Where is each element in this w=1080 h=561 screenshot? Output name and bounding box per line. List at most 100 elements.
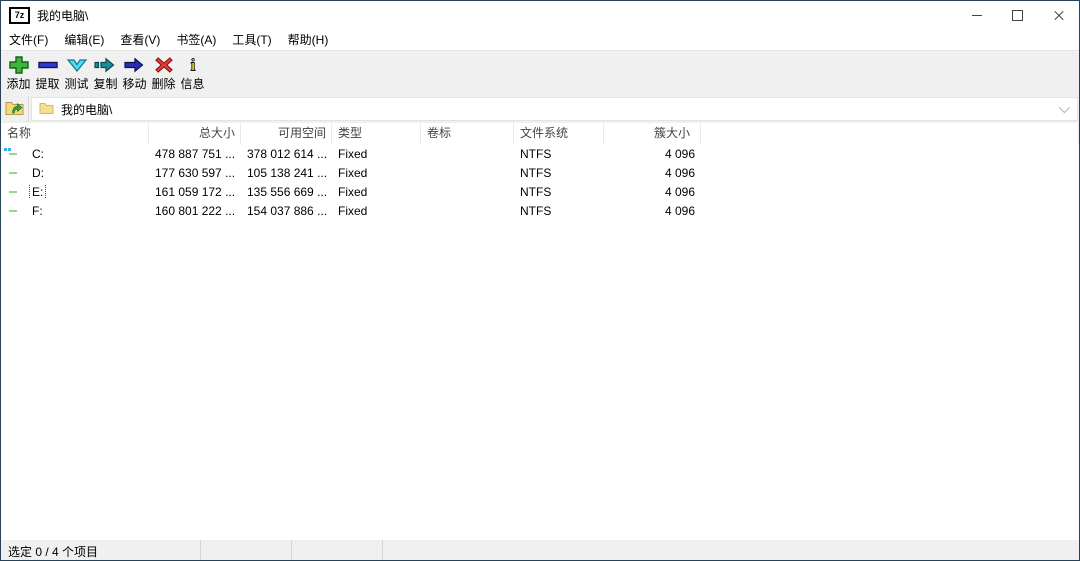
address-combobox[interactable]: 我的电脑\ xyxy=(31,97,1078,121)
free-space-cell: 154 037 886 ... xyxy=(241,204,332,218)
info-i-icon: i xyxy=(187,56,199,74)
move-arrow-icon xyxy=(123,56,146,74)
svg-text:i: i xyxy=(190,56,195,74)
folder-icon xyxy=(39,101,54,117)
free-space-cell: 378 012 614 ... xyxy=(241,147,332,161)
menu-item-file[interactable]: 文件(F) xyxy=(1,29,56,50)
column-header-file-system[interactable]: 文件系统 xyxy=(514,123,604,144)
name-cell: F: xyxy=(1,204,149,218)
status-bar: 选定 0 / 4 个项目 xyxy=(1,539,1079,560)
menu-item-view[interactable]: 查看(V) xyxy=(112,29,168,50)
copy-arrow-icon xyxy=(94,56,117,74)
file-list: C: 478 887 751 ... 378 012 614 ... Fixed… xyxy=(1,144,1079,539)
toolbar-button-delete[interactable]: 删除 xyxy=(149,56,178,92)
chevron-down-icon[interactable] xyxy=(1059,102,1070,113)
name-cell: C: xyxy=(1,147,149,161)
toolbar-button-copy[interactable]: 复制 xyxy=(91,56,120,92)
toolbar-button-add[interactable]: 添加 xyxy=(4,56,33,92)
toolbar-button-extract[interactable]: 提取 xyxy=(33,56,62,92)
status-panel-2 xyxy=(201,540,292,560)
drive-icon xyxy=(7,187,23,197)
total-size-cell: 161 059 172 ... xyxy=(149,185,241,199)
column-header-name[interactable]: 名称 xyxy=(1,123,149,144)
cluster-size-cell: 4 096 xyxy=(604,204,701,218)
cluster-size-cell: 4 096 xyxy=(604,166,701,180)
table-row-drive-c[interactable]: C: 478 887 751 ... 378 012 614 ... Fixed… xyxy=(1,144,1079,163)
status-panel-3 xyxy=(292,540,383,560)
extract-minus-icon xyxy=(37,56,59,74)
maximize-button[interactable] xyxy=(997,1,1038,29)
cluster-size-cell: 4 096 xyxy=(604,185,701,199)
system-drive-icon xyxy=(7,149,23,159)
drive-icon xyxy=(7,168,23,178)
total-size-cell: 177 630 597 ... xyxy=(149,166,241,180)
total-size-cell: 478 887 751 ... xyxy=(149,147,241,161)
add-plus-icon xyxy=(8,56,30,74)
status-panel-4 xyxy=(383,540,1079,560)
toolbar-button-label: 测试 xyxy=(64,75,88,92)
column-header-cluster-size[interactable]: 簇大小 xyxy=(604,123,701,144)
free-space-cell: 135 556 669 ... xyxy=(241,185,332,199)
toolbar-button-label: 删除 xyxy=(151,75,175,92)
type-cell: Fixed xyxy=(332,147,421,161)
toolbar-button-label: 信息 xyxy=(180,75,204,92)
table-row-drive-d[interactable]: D: 177 630 597 ... 105 138 241 ... Fixed… xyxy=(1,163,1079,182)
table-row-drive-f[interactable]: F: 160 801 222 ... 154 037 886 ... Fixed… xyxy=(1,201,1079,220)
drive-icon xyxy=(7,206,23,216)
toolbar-button-info[interactable]: i 信息 xyxy=(178,56,207,92)
column-header-total-size[interactable]: 总大小 xyxy=(149,123,241,144)
minimize-button[interactable] xyxy=(956,1,997,29)
toolbar: 添加 提取 测试 复制 移动 xyxy=(1,50,1079,95)
file-system-cell: NTFS xyxy=(514,147,604,161)
name-cell: E: xyxy=(1,185,149,199)
column-header-filler xyxy=(701,123,1079,144)
toolbar-button-label: 复制 xyxy=(93,75,117,92)
menu-bar: 文件(F) 编辑(E) 查看(V) 书签(A) 工具(T) 帮助(H) xyxy=(1,29,1079,50)
type-cell: Fixed xyxy=(332,166,421,180)
title-bar: 7z 我的电脑\ xyxy=(1,1,1079,29)
close-button[interactable] xyxy=(1038,1,1079,29)
drive-name-focused: E: xyxy=(30,185,45,199)
type-cell: Fixed xyxy=(332,185,421,199)
close-icon xyxy=(1053,9,1065,21)
selection-status: 选定 0 / 4 个项目 xyxy=(8,545,98,559)
status-panel-selection: 选定 0 / 4 个项目 xyxy=(1,540,201,560)
type-cell: Fixed xyxy=(332,204,421,218)
address-separator xyxy=(28,96,29,122)
file-system-cell: NTFS xyxy=(514,204,604,218)
menu-item-bookmarks[interactable]: 书签(A) xyxy=(168,29,224,50)
column-header-volume-label[interactable]: 卷标 xyxy=(421,123,514,144)
drive-name: D: xyxy=(30,166,46,180)
table-row-drive-e[interactable]: E: 161 059 172 ... 135 556 669 ... Fixed… xyxy=(1,182,1079,201)
cluster-size-cell: 4 096 xyxy=(604,147,701,161)
window-controls xyxy=(956,1,1079,29)
folder-up-icon xyxy=(5,99,24,119)
menu-item-tools[interactable]: 工具(T) xyxy=(224,29,279,50)
test-check-icon xyxy=(66,56,88,74)
column-header-free-space[interactable]: 可用空间 xyxy=(241,123,332,144)
menu-item-edit[interactable]: 编辑(E) xyxy=(56,29,112,50)
free-space-cell: 105 138 241 ... xyxy=(241,166,332,180)
file-system-cell: NTFS xyxy=(514,166,604,180)
windows-badge-icon xyxy=(4,147,12,152)
window-title: 我的电脑\ xyxy=(37,7,88,24)
toolbar-button-label: 移动 xyxy=(122,75,146,92)
total-size-cell: 160 801 222 ... xyxy=(149,204,241,218)
drive-name: C: xyxy=(30,147,46,161)
table-header: 名称 总大小 可用空间 类型 卷标 文件系统 簇大小 xyxy=(1,123,1079,144)
address-path: 我的电脑\ xyxy=(61,101,112,118)
file-system-cell: NTFS xyxy=(514,185,604,199)
7zip-app-icon: 7z xyxy=(9,7,30,24)
delete-x-icon xyxy=(154,56,174,74)
maximize-icon xyxy=(1012,10,1023,21)
toolbar-button-move[interactable]: 移动 xyxy=(120,56,149,92)
name-cell: D: xyxy=(1,166,149,180)
app-window: 7z 我的电脑\ 文件(F) 编辑(E) 查看(V) 书签(A) 工具(T) 帮… xyxy=(0,0,1080,561)
toolbar-button-test[interactable]: 测试 xyxy=(62,56,91,92)
up-button[interactable] xyxy=(1,96,28,122)
menu-item-help[interactable]: 帮助(H) xyxy=(280,29,337,50)
column-header-type[interactable]: 类型 xyxy=(332,123,421,144)
toolbar-button-label: 提取 xyxy=(35,75,59,92)
drive-name: F: xyxy=(30,204,45,218)
address-bar: 我的电脑\ xyxy=(1,95,1079,123)
